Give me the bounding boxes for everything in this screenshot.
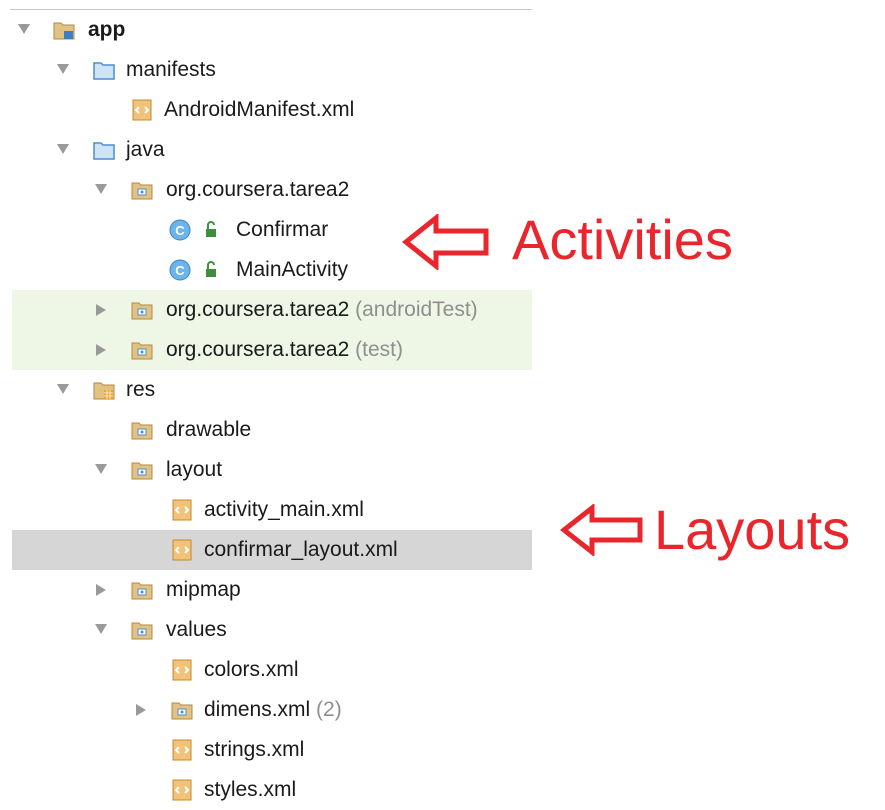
tree-label-strings: strings.xml <box>204 738 305 761</box>
tree-label-res: res <box>126 378 156 401</box>
package-icon <box>170 698 194 722</box>
xml-file-icon <box>170 538 194 562</box>
package-name: org.coursera.tarea2 <box>166 338 350 361</box>
tree-label-colors: colors.xml <box>204 658 299 681</box>
tree-label-layout: layout <box>166 458 223 481</box>
triangle-right-icon[interactable] <box>94 570 108 610</box>
package-icon <box>130 618 154 642</box>
triangle-right-icon[interactable] <box>94 330 108 370</box>
xml-file-icon <box>130 98 154 122</box>
unlock-icon <box>202 218 220 242</box>
package-icon <box>130 578 154 602</box>
svg-text:C: C <box>175 223 185 238</box>
triangle-right-icon[interactable] <box>134 690 148 730</box>
package-icon <box>130 338 154 362</box>
annotation-arrow-icon <box>560 504 643 556</box>
tree-label-java: java <box>126 138 165 161</box>
xml-file-icon <box>170 778 194 802</box>
tree-label-drawable: drawable <box>166 418 252 441</box>
xml-file-icon <box>170 738 194 762</box>
package-icon <box>130 298 154 322</box>
triangle-down-icon[interactable] <box>56 50 70 90</box>
triangle-down-icon[interactable] <box>56 130 70 170</box>
folder-icon <box>92 58 116 82</box>
triangle-down-icon[interactable] <box>94 450 108 490</box>
triangle-down-icon[interactable] <box>94 170 108 210</box>
tree-label-styles: styles.xml <box>204 778 297 801</box>
tree-label-confirmar: Confirmar <box>236 218 329 241</box>
tree-label-app: app <box>88 18 126 41</box>
source-set-hint: (androidTest) <box>355 298 478 321</box>
annotation-activities: Activities <box>512 208 733 271</box>
file-count-hint: (2) <box>316 698 342 721</box>
annotation-arrow-icon <box>402 214 489 270</box>
tree-label-dimens: dimens.xml (2) <box>204 698 342 722</box>
triangle-down-icon[interactable] <box>56 370 70 410</box>
tree-label-android-manifest: AndroidManifest.xml <box>164 98 355 121</box>
tree-label-manifests: manifests <box>126 58 216 81</box>
class-icon: C <box>168 218 192 242</box>
triangle-right-icon[interactable] <box>94 290 108 330</box>
annotation-layouts: Layouts <box>654 498 851 561</box>
tree-label-package-main: org.coursera.tarea2 <box>166 178 350 201</box>
tree-label-main-activity: MainActivity <box>236 258 349 281</box>
package-name: org.coursera.tarea2 <box>166 298 350 321</box>
module-folder-icon <box>52 18 76 42</box>
triangle-down-icon[interactable] <box>17 10 31 50</box>
tree-label-confirmar-layout: confirmar_layout.xml <box>204 538 398 561</box>
package-icon <box>130 418 154 442</box>
source-set-hint: (test) <box>355 338 403 361</box>
tree-label-activity-main: activity_main.xml <box>204 498 364 521</box>
folder-icon <box>92 138 116 162</box>
svg-text:C: C <box>175 263 185 278</box>
xml-file-icon <box>170 658 194 682</box>
res-folder-icon <box>92 378 116 402</box>
tree-label-package-android-test: org.coursera.tarea2 (androidTest) <box>166 298 478 322</box>
class-icon: C <box>168 258 192 282</box>
triangle-down-icon[interactable] <box>94 610 108 650</box>
tree-label-values: values <box>166 618 227 641</box>
package-icon <box>130 178 154 202</box>
tree-label-package-test: org.coursera.tarea2 (test) <box>166 338 403 362</box>
xml-file-icon <box>170 498 194 522</box>
package-icon <box>130 458 154 482</box>
unlock-icon <box>202 258 220 282</box>
file-name: dimens.xml <box>204 698 311 721</box>
panel-top-border <box>10 9 532 10</box>
tree-label-mipmap: mipmap <box>166 578 241 601</box>
